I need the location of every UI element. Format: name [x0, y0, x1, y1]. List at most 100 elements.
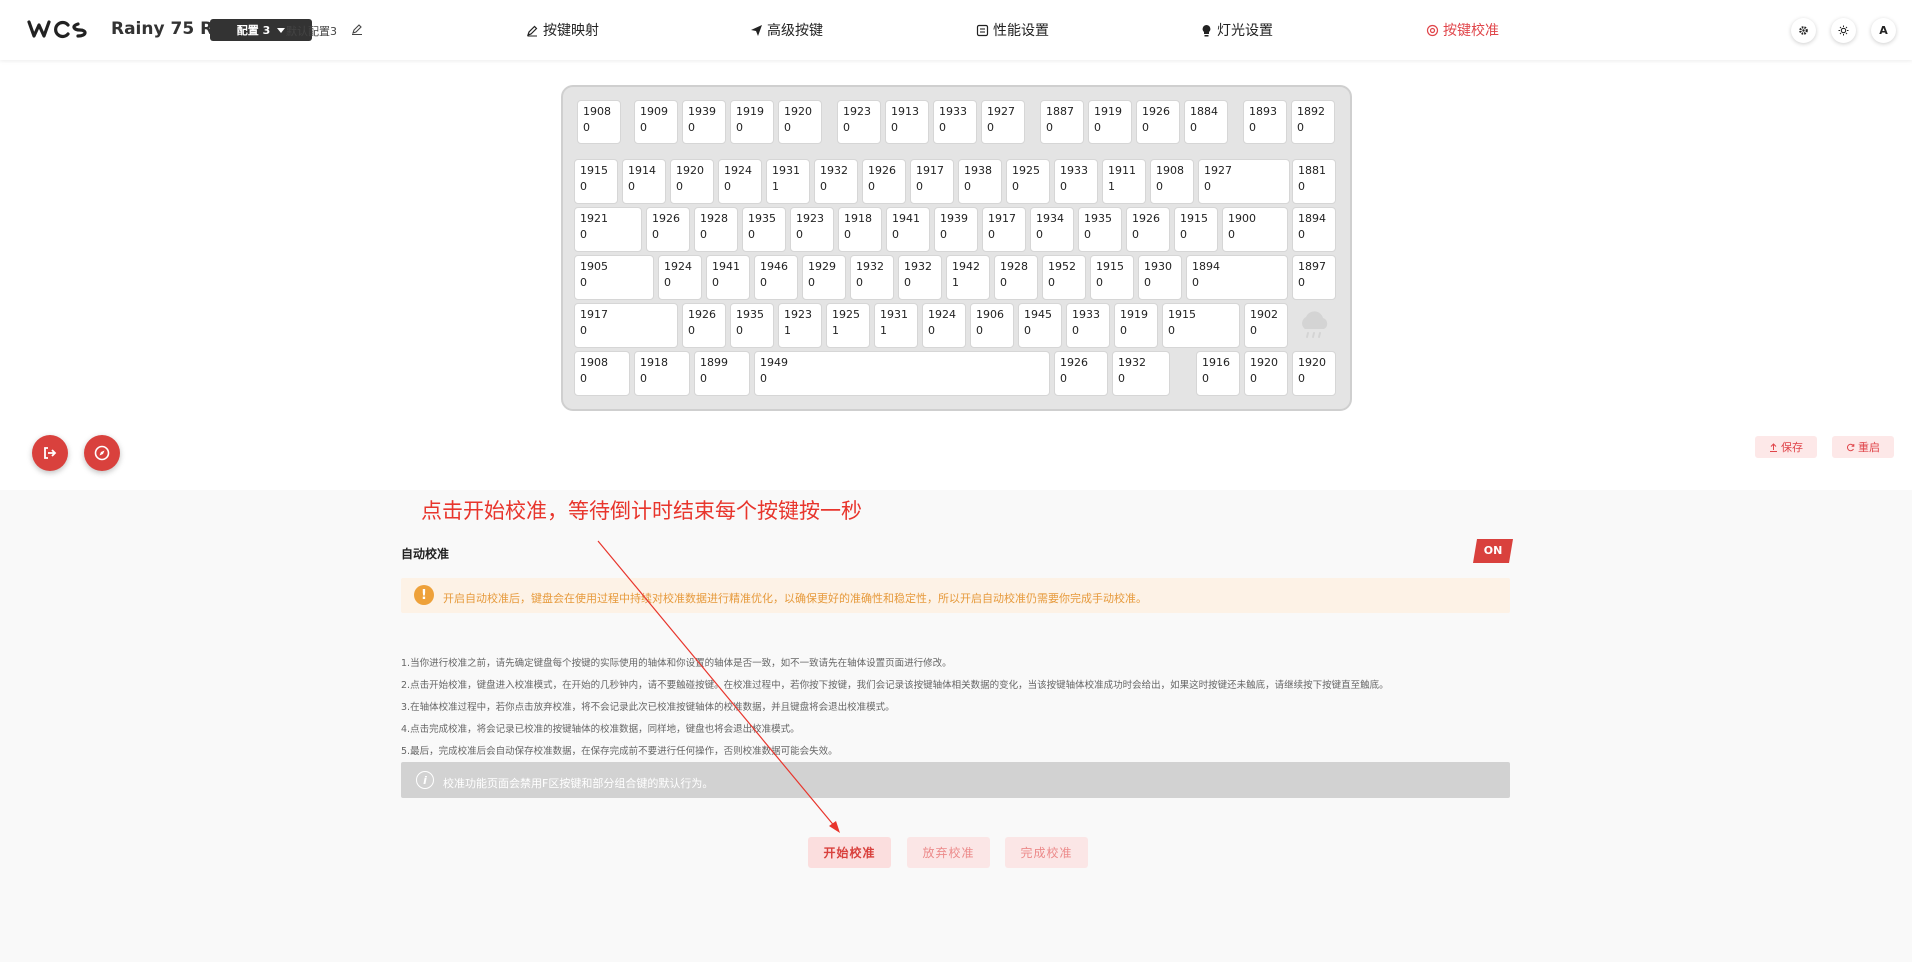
- keyboard-key[interactable]: 1919 0: [730, 100, 774, 144]
- keyboard-key[interactable]: 1926 0: [1054, 351, 1108, 396]
- keyboard-key[interactable]: 1920 0: [1292, 351, 1336, 396]
- keyboard-key[interactable]: 1928 0: [694, 207, 738, 252]
- keyboard-key[interactable]: 1926 0: [646, 207, 690, 252]
- keyboard-key[interactable]: 1892 0: [1291, 100, 1335, 144]
- tab-key-mapping[interactable]: 按键映射: [526, 20, 599, 40]
- keyboard-key[interactable]: 1933 0: [1066, 303, 1110, 348]
- keyboard-key[interactable]: 1934 0: [1030, 207, 1074, 252]
- keyboard-key[interactable]: 1928 0: [994, 255, 1038, 300]
- explore-button[interactable]: [84, 435, 120, 471]
- keyboard-key[interactable]: 1941 0: [706, 255, 750, 300]
- finish-calibration-button[interactable]: 完成校准: [1005, 837, 1088, 868]
- keyboard-key[interactable]: 1902 0: [1244, 303, 1288, 348]
- key-value: 1920: [1298, 356, 1326, 369]
- keyboard-key[interactable]: 1926 0: [1136, 100, 1180, 144]
- exit-button[interactable]: [32, 435, 68, 471]
- keyboard-key[interactable]: 1931 1: [766, 159, 810, 204]
- keyboard-key[interactable]: 1919 0: [1088, 100, 1132, 144]
- keyboard-key[interactable]: 1923 0: [837, 100, 881, 144]
- keyboard-key[interactable]: 1908 0: [574, 351, 630, 396]
- theme-button[interactable]: [1831, 18, 1856, 43]
- keyboard-key[interactable]: 1923 1: [778, 303, 822, 348]
- tab-key-calibration[interactable]: 按键校准: [1426, 20, 1499, 40]
- keyboard-key[interactable]: 1917 0: [910, 159, 954, 204]
- keyboard-key[interactable]: 1908 0: [1150, 159, 1194, 204]
- keyboard-key[interactable]: 1952 0: [1042, 255, 1086, 300]
- keyboard-key[interactable]: 1906 0: [970, 303, 1014, 348]
- tab-advanced-keys[interactable]: 高级按键: [750, 20, 823, 40]
- save-button[interactable]: 保存: [1755, 436, 1817, 458]
- keyboard-key[interactable]: 1924 0: [922, 303, 966, 348]
- keyboard-key[interactable]: 1887 0: [1040, 100, 1084, 144]
- keyboard-key[interactable]: 1915 0: [1090, 255, 1134, 300]
- keyboard-key[interactable]: 1941 0: [886, 207, 930, 252]
- key-count: 0: [1297, 121, 1304, 134]
- keyboard-key[interactable]: 1914 0: [622, 159, 666, 204]
- keyboard-key[interactable]: 1916 0: [1196, 351, 1240, 396]
- keyboard-key[interactable]: 1935 0: [1078, 207, 1122, 252]
- keyboard-key[interactable]: 1925 0: [1006, 159, 1050, 204]
- keyboard-key[interactable]: 1927 0: [1198, 159, 1290, 204]
- keyboard-key[interactable]: 1908 0: [577, 100, 621, 144]
- keyboard-key[interactable]: 1929 0: [802, 255, 846, 300]
- keyboard-key[interactable]: 1924 0: [658, 255, 702, 300]
- keyboard-key[interactable]: 1932 0: [1112, 351, 1170, 396]
- keyboard-key[interactable]: 1930 0: [1138, 255, 1182, 300]
- language-button[interactable]: A: [1871, 18, 1896, 43]
- keyboard-key[interactable]: 1920 0: [1244, 351, 1288, 396]
- keyboard-key[interactable]: 1905 0: [574, 255, 654, 300]
- keyboard-key[interactable]: 1911 1: [1102, 159, 1146, 204]
- keyboard-key[interactable]: 1945 0: [1018, 303, 1062, 348]
- keyboard-key[interactable]: 1926 0: [1126, 207, 1170, 252]
- keyboard-key[interactable]: 1913 0: [885, 100, 929, 144]
- keyboard-key[interactable]: 1918 0: [838, 207, 882, 252]
- settings-button[interactable]: [1791, 18, 1816, 43]
- restart-button[interactable]: 重启: [1832, 436, 1894, 458]
- keyboard-key[interactable]: 1931 1: [874, 303, 918, 348]
- keyboard-key[interactable]: 1917 0: [574, 303, 678, 348]
- keyboard-key[interactable]: 1921 0: [574, 207, 642, 252]
- keyboard-key[interactable]: 1932 0: [814, 159, 858, 204]
- keyboard-key[interactable]: 1900 0: [1222, 207, 1288, 252]
- keyboard-key[interactable]: 1935 0: [730, 303, 774, 348]
- keyboard-key[interactable]: 1884 0: [1184, 100, 1228, 144]
- keyboard-key[interactable]: 1939 0: [682, 100, 726, 144]
- start-calibration-button[interactable]: 开始校准: [808, 837, 891, 868]
- keyboard-key[interactable]: 1894 0: [1186, 255, 1288, 300]
- keyboard-key[interactable]: 1915 0: [1162, 303, 1240, 348]
- keyboard-key[interactable]: 1923 0: [790, 207, 834, 252]
- keyboard-key[interactable]: 1926 0: [682, 303, 726, 348]
- keyboard-key[interactable]: 1915 0: [574, 159, 618, 204]
- keyboard-key[interactable]: 1918 0: [634, 351, 690, 396]
- keyboard-key[interactable]: 1893 0: [1243, 100, 1287, 144]
- keyboard-key[interactable]: 1926 0: [862, 159, 906, 204]
- keyboard-key[interactable]: 1919 0: [1114, 303, 1158, 348]
- keyboard-key[interactable]: 1942 1: [946, 255, 990, 300]
- keyboard-key[interactable]: 1949 0: [754, 351, 1050, 396]
- keyboard-key[interactable]: 1917 0: [982, 207, 1026, 252]
- keyboard-key[interactable]: 1915 0: [1174, 207, 1218, 252]
- abort-calibration-button[interactable]: 放弃校准: [907, 837, 990, 868]
- keyboard-key[interactable]: 1925 1: [826, 303, 870, 348]
- keyboard-key[interactable]: 1897 0: [1292, 255, 1336, 300]
- keyboard-key[interactable]: 1909 0: [634, 100, 678, 144]
- keyboard-key[interactable]: 1933 0: [933, 100, 977, 144]
- auto-calibration-toggle[interactable]: ON: [1473, 539, 1513, 563]
- keyboard-key[interactable]: 1894 0: [1292, 207, 1336, 252]
- keyboard-key[interactable]: 1946 0: [754, 255, 798, 300]
- edit-icon[interactable]: [350, 22, 364, 36]
- keyboard-key[interactable]: 1939 0: [934, 207, 978, 252]
- keyboard-key[interactable]: 1927 0: [981, 100, 1025, 144]
- tab-performance[interactable]: 性能设置: [976, 20, 1049, 40]
- keyboard-key[interactable]: 1920 0: [778, 100, 822, 144]
- keyboard-key[interactable]: 1932 0: [850, 255, 894, 300]
- keyboard-key[interactable]: 1932 0: [898, 255, 942, 300]
- keyboard-key[interactable]: 1938 0: [958, 159, 1002, 204]
- tab-lighting[interactable]: 灯光设置: [1200, 20, 1273, 40]
- keyboard-key[interactable]: 1933 0: [1054, 159, 1098, 204]
- keyboard-key[interactable]: 1920 0: [670, 159, 714, 204]
- keyboard-key[interactable]: 1924 0: [718, 159, 762, 204]
- keyboard-key[interactable]: 1881 0: [1292, 159, 1336, 204]
- keyboard-key[interactable]: 1935 0: [742, 207, 786, 252]
- keyboard-key[interactable]: 1899 0: [694, 351, 750, 396]
